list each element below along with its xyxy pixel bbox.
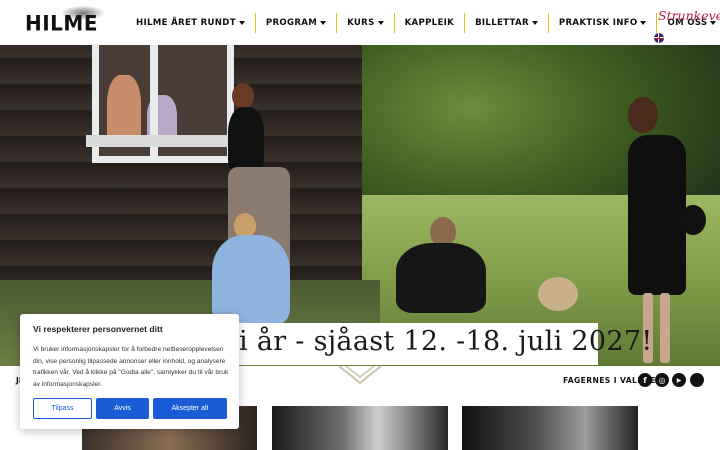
nav-item-praktisk-info[interactable]: PRAKTISK INFO (549, 13, 658, 33)
cookie-body: Vi bruker informasjonskapsler for å forb… (33, 346, 229, 388)
uk-flag-icon[interactable] (654, 33, 664, 43)
main-nav: HILME ÅRET RUNDT PROGRAM KURS KAPPLEIK B… (126, 13, 720, 33)
strunkevek-link[interactable]: Strunkevek (658, 8, 720, 23)
nav-label: BILLETTAR (475, 18, 529, 28)
festival-date-banner: i år - sjåast 12. -18. juli 2027! (225, 323, 652, 365)
chevron-down-icon (338, 365, 382, 385)
nav-item-kappleik[interactable]: KAPPLEIK (395, 13, 466, 33)
chevron-down-icon (377, 21, 384, 25)
nav-label: HILME ÅRET RUNDT (136, 18, 236, 28)
nav-item-program[interactable]: PROGRAM (256, 13, 338, 33)
card-image[interactable] (462, 406, 638, 450)
nav-item-hilme-aret-rundt[interactable]: HILME ÅRET RUNDT (126, 13, 256, 33)
instagram-icon[interactable]: ◎ (655, 373, 669, 387)
reject-button[interactable]: Avvis (96, 398, 149, 419)
hilme-logo[interactable]: HILME (22, 6, 114, 36)
accept-all-button[interactable]: Aksepter alt (153, 398, 227, 419)
chevron-down-icon (320, 21, 327, 25)
nav-label: PROGRAM (265, 18, 318, 28)
site-header: HILME HILME ÅRET RUNDT PROGRAM KURS KAPP… (0, 0, 720, 45)
facebook-icon[interactable]: f (638, 373, 652, 387)
card-image[interactable] (272, 406, 448, 450)
chevron-down-icon (238, 21, 245, 25)
youtube-icon[interactable]: ▶ (672, 373, 686, 387)
nav-label: PRAKTISK INFO (558, 18, 638, 28)
nav-item-kurs[interactable]: KURS (337, 13, 395, 33)
nav-label: KAPPLEIK (404, 18, 455, 28)
nav-label: KURS (347, 18, 375, 28)
chevron-down-icon (531, 21, 538, 25)
chevron-down-icon (640, 21, 647, 25)
banner-text: i år - sjåast 12. -18. juli 2027! (239, 326, 653, 357)
logo-text: HILME (25, 10, 98, 36)
tiktok-icon[interactable] (690, 373, 704, 387)
customize-button[interactable]: Tilpass (33, 398, 92, 419)
cookie-consent-dialog: Vi respekterer personvernet ditt Vi bruk… (20, 314, 239, 429)
cookie-title: Vi respekterer personvernet ditt (33, 324, 163, 334)
nav-item-billettar[interactable]: BILLETTAR (465, 13, 549, 33)
